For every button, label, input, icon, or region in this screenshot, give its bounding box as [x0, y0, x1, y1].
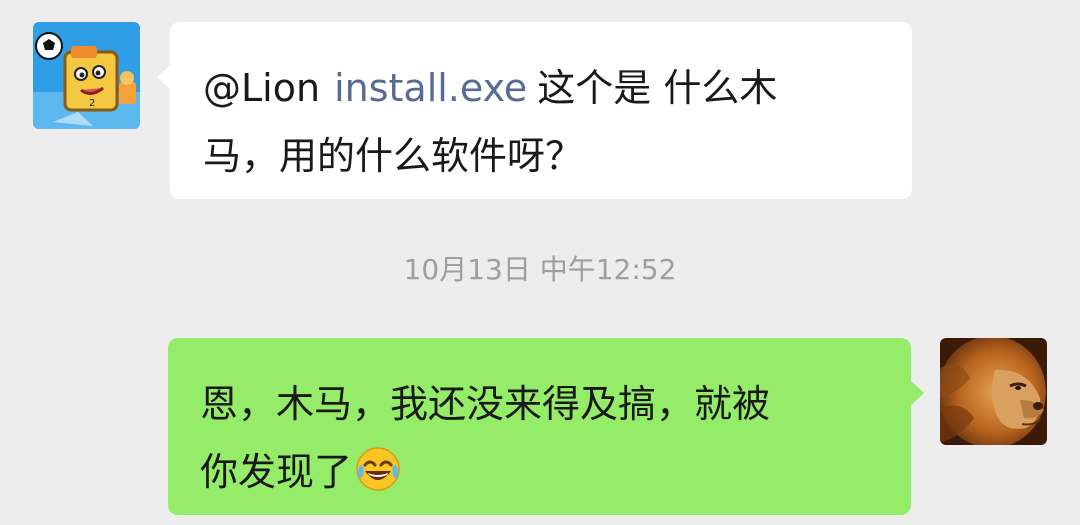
message-text: 恩，木马，我还没来得及搞，就被 [200, 382, 771, 426]
file-link[interactable]: install.exe [334, 66, 527, 110]
cartoon-mascot-avatar-icon[interactable]: 2 [33, 22, 140, 129]
message-line: @Lion install.exe 这个是 什么木 [203, 54, 882, 122]
svg-text:2: 2 [89, 98, 95, 109]
message-line: 马，用的什么软件呀？ [203, 122, 882, 190]
incoming-message-bubble[interactable]: @Lion install.exe 这个是 什么木 马，用的什么软件呀？ [157, 22, 912, 199]
outgoing-message-bubble[interactable]: 恩，木马，我还没来得及搞，就被 你发现了 [168, 338, 924, 515]
message-line: 恩，木马，我还没来得及搞，就被 [200, 370, 881, 438]
message-text: 你发现了 [200, 450, 353, 494]
bubble-tail [157, 64, 171, 90]
tears-of-joy-emoji-icon [354, 445, 402, 493]
message-line: 你发现了 [200, 438, 881, 506]
lion-avatar-icon[interactable] [940, 338, 1047, 445]
bubble-tail [910, 380, 924, 406]
message-text: 这个是 什么木 [537, 66, 778, 110]
mention-text[interactable]: @Lion [203, 66, 320, 110]
message-timestamp: 10月13日 中午12:52 [403, 253, 677, 286]
message-text: 马，用的什么软件呀？ [203, 134, 584, 178]
